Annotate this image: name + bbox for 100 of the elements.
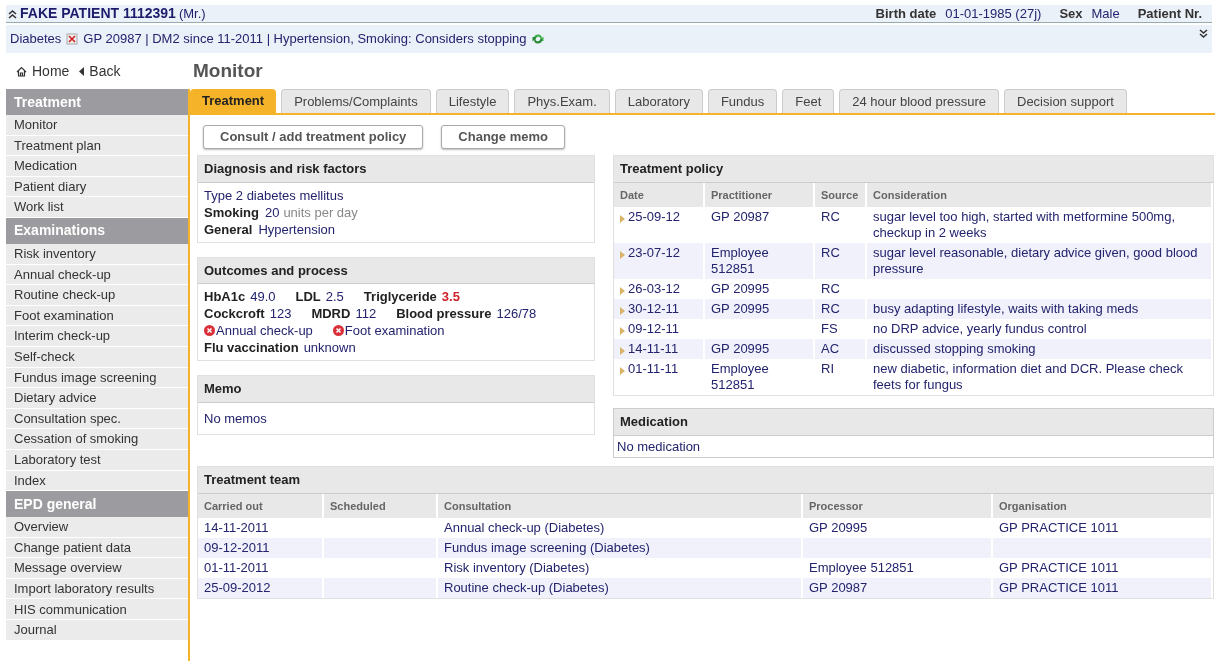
column-header: Organisation [992,493,1212,518]
table-cell: Employee 512851 [809,560,914,576]
sidebar-section-header: Treatment [6,89,188,115]
alert-link[interactable]: Annual check-up [216,322,313,339]
home-icon [16,65,27,77]
measure-value: 112 [355,305,377,322]
sidebar-item[interactable]: Annual check-up [6,264,188,286]
tab[interactable]: Problems/Complaints [281,89,431,113]
sidebar-item[interactable]: Cessation of smoking [6,429,188,450]
table-cell: Fundus image screening (Diabetes) [444,540,650,556]
table-cell: GP 20995 [809,520,868,536]
tab[interactable]: Phys.Exam. [514,89,610,113]
alert-icon [204,325,215,336]
sidebar-item[interactable]: Consultation spec. [6,408,188,430]
column-header: Practitioner [704,182,814,207]
alert-icon [332,325,344,336]
expand-row-icon[interactable] [620,307,625,315]
table-cell: 14-11-2011 [204,520,269,536]
measure-label: Cockcroft [204,305,265,322]
tab[interactable]: 24 hour blood pressure [839,89,999,113]
sidebar-item[interactable]: Work list [6,197,188,218]
problem-summary: GP 20987 | DM2 since 11-2011 | Hypertension, Smoking: Considers stopping [83,30,527,49]
sidebar-item[interactable]: Interim check-up [6,326,188,347]
tab[interactable]: Feet [782,89,835,113]
sidebar-item[interactable]: Routine check-up [6,285,188,306]
sidebar-item[interactable]: Risk inventory [6,243,188,265]
sidebar-item[interactable]: Fundus image screening [6,367,188,389]
action-button[interactable]: Change memo [441,125,565,149]
panel-header: Treatment policy [614,156,1213,183]
field-value: 01-01-1985 (27j) [945,4,1042,23]
field-value: Male [1091,4,1120,23]
field-label: Birth date [875,4,937,23]
sidebar-item[interactable]: Journal [6,620,188,641]
table-cell: AC [821,341,840,357]
sidebar-section-header: Examinations [6,217,188,244]
page-title: Monitor [192,59,264,83]
column-header: Consideration [866,182,1212,207]
measure-label: MDRD [311,305,351,322]
table-cell: 25-09-12 [628,209,681,225]
expand-row-icon[interactable] [620,215,625,223]
sidebar-item[interactable]: Self-check [6,346,188,368]
table-cell: RC [821,281,840,297]
measure-label: HbA1c [204,288,246,305]
table-cell: 09-12-2011 [204,540,270,556]
condition-link[interactable]: Diabetes [10,29,62,49]
back-icon [79,66,85,76]
table-cell: 23-07-12 [628,245,681,261]
sidebar-item[interactable]: HIS communication [6,599,188,621]
expand-row-icon[interactable] [620,251,625,259]
table-cell: GP 20995 [711,341,770,357]
sidebar-item[interactable]: Foot examination [6,305,188,327]
column-header: Scheduled [323,493,437,518]
table-cell: GP PRACTICE 1011 [999,520,1119,536]
expand-row-icon[interactable] [620,287,625,295]
collapse-icon[interactable] [8,8,17,19]
measure-label: Flu vaccination [204,339,299,356]
table-cell: 25-09-2012 [204,580,271,596]
item-value: Hypertension [258,220,336,238]
panel-header: Diagnosis and risk factors [198,156,594,183]
expand-icon[interactable] [1199,29,1208,39]
back-link[interactable]: Back [79,60,121,82]
sidebar-item[interactable]: Index [6,470,188,492]
sidebar-item[interactable]: Monitor [6,115,188,136]
sidebar-item[interactable]: Dietary advice [6,388,188,409]
memo-text: No memos [203,409,268,428]
tab[interactable]: Fundus [707,89,778,113]
refresh-icon[interactable] [531,33,544,45]
panel-header: Medication [614,409,1213,436]
sidebar-item[interactable]: Import laboratory results [6,578,188,600]
expand-row-icon[interactable] [620,347,625,355]
tab[interactable]: Decision support [1004,89,1127,113]
sidebar-item[interactable]: Change patient data [6,537,188,559]
remove-icon[interactable] [66,33,79,45]
tab[interactable]: Lifestyle [435,89,510,113]
expand-row-icon[interactable] [620,327,625,335]
table-cell: RC [821,209,840,225]
sidebar-item[interactable]: Laboratory test [6,449,188,471]
table-cell: no DRP advice, yearly fundus control [873,321,1087,337]
sidebar-item[interactable]: Treatment plan [6,135,188,157]
table-cell: 26-03-12 [628,281,681,297]
table-cell: FS [821,321,838,337]
table-cell: busy adapting lifestyle, waits with taking meds [873,301,1139,317]
measure-value: 49.0 [250,288,276,305]
table-cell-text: Employee 512851 [711,245,770,277]
table-cell-text: Employee 512851 [711,361,770,393]
tab[interactable]: Laboratory [614,89,703,113]
table-cell: GP PRACTICE 1011 [999,580,1119,596]
table-cell: 09-12-11 [628,321,680,337]
sidebar-item[interactable]: Patient diary [6,176,188,198]
home-link[interactable]: Home [16,60,70,82]
table-cell: GP 20995 [711,281,770,297]
table-cell: 14-11-11 [628,341,679,357]
sidebar-item[interactable]: Message overview [6,558,188,579]
action-button[interactable]: Consult / add treatment policy [203,125,424,149]
alert-link[interactable]: Foot examination [344,322,445,339]
sidebar-item[interactable]: Overview [6,517,188,538]
sidebar-item[interactable]: Medication [6,156,188,177]
item-label: General [204,220,253,238]
expand-row-icon[interactable] [620,367,625,375]
tab[interactable]: Treatment [190,89,277,113]
